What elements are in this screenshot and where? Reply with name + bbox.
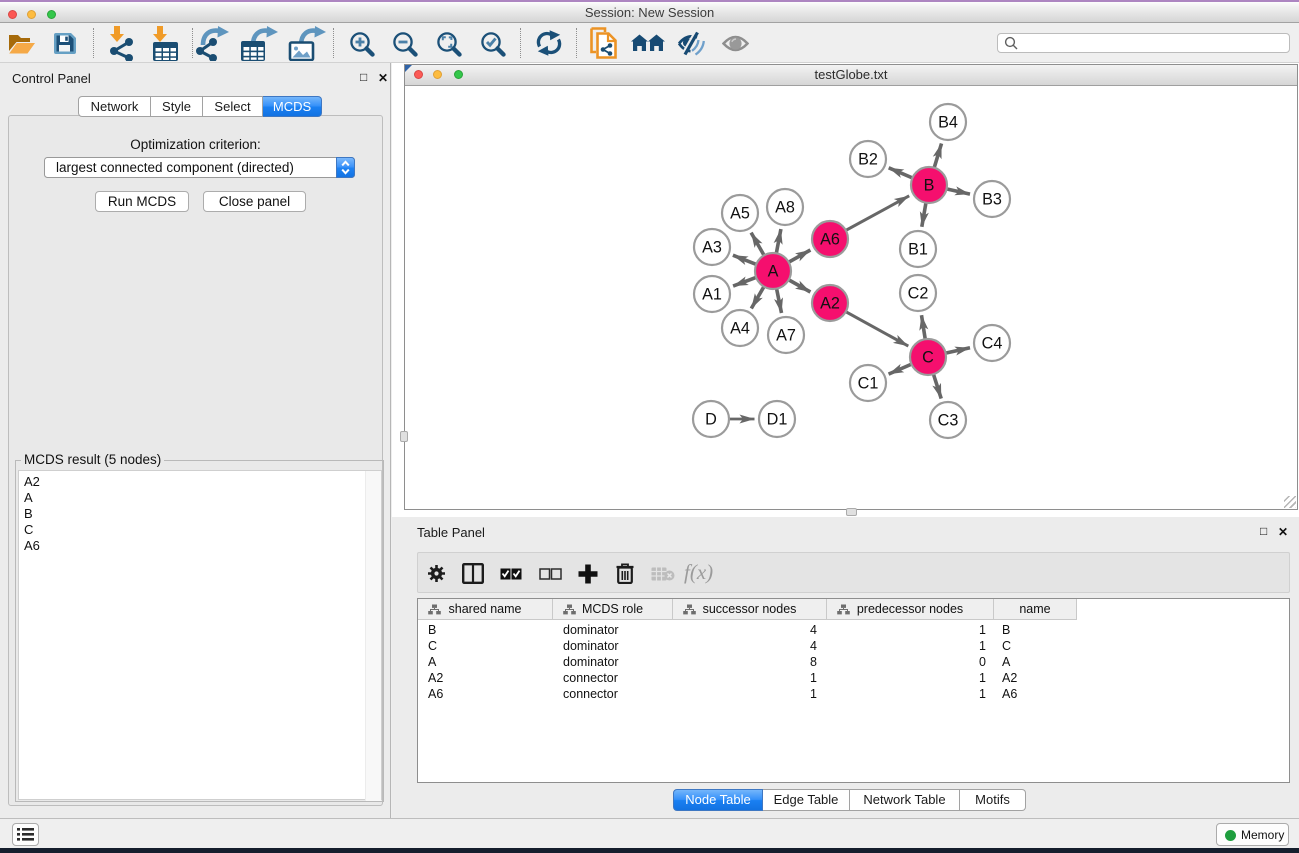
svg-text:B: B <box>924 177 935 195</box>
svg-text:B1: B1 <box>908 241 928 259</box>
svg-text:B4: B4 <box>938 114 958 132</box>
svg-text:C3: C3 <box>938 412 959 430</box>
svg-text:B2: B2 <box>858 151 878 169</box>
svg-text:A1: A1 <box>702 286 722 304</box>
svg-text:A8: A8 <box>775 199 795 217</box>
svg-text:A5: A5 <box>730 205 750 223</box>
svg-text:A: A <box>768 263 779 281</box>
svg-text:A3: A3 <box>702 239 722 257</box>
svg-text:A2: A2 <box>820 295 840 313</box>
svg-text:C4: C4 <box>982 335 1003 353</box>
svg-text:D: D <box>705 411 717 429</box>
svg-text:C1: C1 <box>858 375 879 393</box>
svg-text:B3: B3 <box>982 191 1002 209</box>
svg-text:A6: A6 <box>820 231 840 249</box>
svg-text:A4: A4 <box>730 320 750 338</box>
svg-text:A7: A7 <box>776 327 796 345</box>
svg-text:C: C <box>922 349 934 367</box>
svg-text:C2: C2 <box>908 285 929 303</box>
svg-text:D1: D1 <box>767 411 788 429</box>
